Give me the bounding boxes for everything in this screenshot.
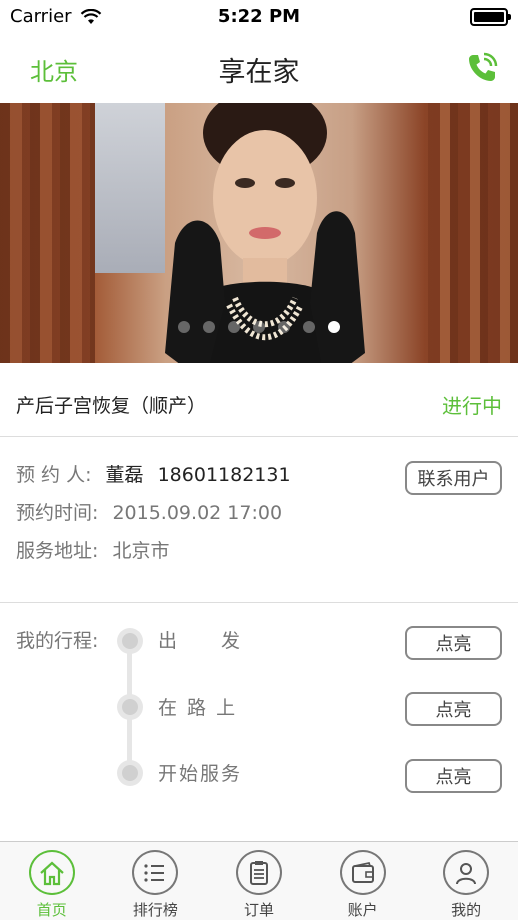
light-up-depart-button[interactable]: 点亮 (405, 626, 502, 660)
tab-ranking[interactable]: 排行榜 (104, 842, 208, 920)
address-row: 服务地址: 北京市 (16, 536, 169, 563)
carousel-dot[interactable] (278, 321, 290, 333)
address-label: 服务地址: (16, 540, 99, 562)
time-label: 预约时间: (16, 502, 99, 524)
carousel-dot[interactable] (178, 321, 190, 333)
clock: 5:22 PM (217, 6, 301, 27)
list-icon (132, 850, 179, 895)
time-row: 预约时间: 2015.09.02 17:00 (16, 498, 282, 525)
tab-label: 我的 (451, 901, 482, 919)
tab-orders[interactable]: 订单 (207, 842, 311, 920)
carousel-dot[interactable] (203, 321, 215, 333)
timeline-dot (117, 628, 143, 654)
phone-call-icon[interactable] (464, 50, 500, 86)
wallet-icon (339, 850, 386, 895)
service-name: 产后子宫恢复（顺产） (16, 395, 207, 417)
tab-mine[interactable]: 我的 (414, 842, 518, 920)
service-row: 产后子宫恢复（顺产） 进行中 (0, 363, 518, 437)
timeline-dot (117, 760, 143, 786)
tab-label: 订单 (243, 901, 274, 919)
trip-label: 我的行程: (16, 630, 99, 652)
tab-home[interactable]: 首页 (0, 842, 104, 920)
home-icon (28, 850, 75, 895)
booker-name: 董磊 (105, 464, 144, 486)
carousel-dot[interactable] (253, 321, 265, 333)
light-up-start-service-button[interactable]: 点亮 (405, 759, 502, 793)
status-bar: Carrier 5:22 PM (0, 0, 518, 36)
step-on-the-way-label: 在 路 上 (158, 697, 238, 719)
time-value: 2015.09.02 17:00 (112, 502, 283, 524)
step-depart-label: 出 发 (158, 630, 243, 652)
timeline-dot (117, 694, 143, 720)
clipboard-icon (235, 850, 282, 895)
carousel-dot[interactable] (228, 321, 240, 333)
tab-label: 首页 (36, 901, 67, 919)
battery-icon (470, 8, 511, 26)
booker-label: 预 约 人: (16, 464, 92, 486)
tab-bar: 首页 排行榜 订单 账户 我的 (0, 841, 518, 920)
address-value: 北京市 (112, 540, 170, 562)
tab-account[interactable]: 账户 (311, 842, 415, 920)
contact-user-button[interactable]: 联系用户 (405, 461, 502, 495)
user-icon (443, 850, 490, 895)
carousel-dot[interactable] (328, 321, 340, 333)
carousel-dot[interactable] (303, 321, 315, 333)
tab-label: 排行榜 (132, 901, 178, 919)
booker-phone: 18601182131 (157, 464, 291, 486)
page-title: 享在家 (218, 57, 300, 88)
status-badge: 进行中 (442, 394, 502, 418)
nav-bar: 北京 享在家 (0, 36, 518, 102)
booking-details: 预 约 人: 董磊 18601182131 联系用户 预约时间: 2015.09… (0, 437, 518, 603)
trip-section: 我的行程: 出 发 点亮 在 路 上 点亮 开始服务 点亮 (0, 603, 518, 841)
step-start-service-label: 开始服务 (158, 763, 243, 785)
carousel-indicator (0, 321, 518, 333)
booker-row: 预 约 人: 董磊 18601182131 (16, 460, 291, 487)
light-up-on-the-way-button[interactable]: 点亮 (405, 692, 502, 726)
tab-label: 账户 (347, 901, 378, 919)
